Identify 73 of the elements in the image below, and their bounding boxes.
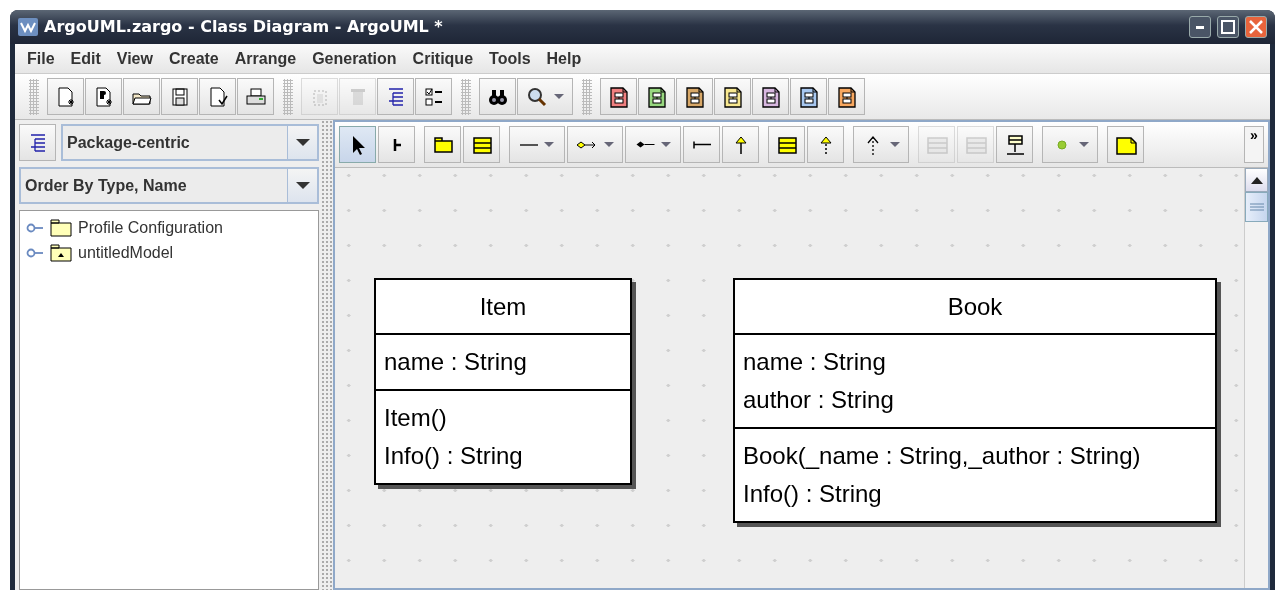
class-name: Book: [735, 280, 1215, 335]
toolbar-button[interactable]: [752, 78, 789, 115]
toolbar-button[interactable]: [714, 78, 751, 115]
palette-tool[interactable]: [1107, 126, 1144, 163]
toolbar-button[interactable]: [676, 78, 713, 115]
tree-view-button[interactable]: [19, 124, 56, 161]
menu-item[interactable]: File: [19, 46, 63, 71]
dropdown[interactable]: Package-centric: [61, 124, 319, 161]
caret-icon: [295, 139, 310, 146]
class-operation: Item(): [384, 403, 448, 433]
class-operation: Book(_name : String,_author : String): [743, 441, 1142, 471]
model-icon: [50, 243, 72, 262]
toolbar-button[interactable]: [85, 78, 122, 115]
palette-tool[interactable]: [722, 126, 759, 163]
toolbar-button[interactable]: [790, 78, 827, 115]
close-button[interactable]: [1245, 16, 1267, 38]
toolbar-button[interactable]: [600, 78, 637, 115]
minimize-button[interactable]: [1189, 16, 1211, 38]
dropdown[interactable]: Order By Type, Name: [19, 167, 319, 204]
scrollbar-thumb[interactable]: [1245, 192, 1268, 222]
class-attribute: author : String: [743, 385, 895, 415]
toolbar-handle[interactable]: [582, 78, 592, 115]
palette-tool[interactable]: [768, 126, 805, 163]
palette-tool[interactable]: [378, 126, 415, 163]
composition-icon: [635, 141, 655, 148]
palette-tool[interactable]: [424, 126, 461, 163]
dependency-icon: [692, 140, 711, 149]
menu-item[interactable]: Create: [160, 46, 227, 71]
checklist-icon: [422, 85, 445, 108]
more-tools-button[interactable]: »: [1244, 126, 1264, 163]
menu-item[interactable]: Arrange: [226, 46, 305, 71]
maximize-button[interactable]: [1217, 16, 1239, 38]
menu-item[interactable]: Tools: [481, 46, 539, 71]
folder-icon: [50, 218, 72, 237]
toolbar-button[interactable]: [377, 78, 414, 115]
toolbar-handle[interactable]: [283, 78, 293, 115]
toolbar-button[interactable]: [479, 78, 516, 115]
toolbar-button[interactable]: [161, 78, 198, 115]
palette-tool[interactable]: [463, 126, 500, 163]
tree-item[interactable]: Profile Configuration: [78, 215, 223, 240]
caret-icon: [295, 182, 310, 189]
menu-item[interactable]: Help: [538, 46, 590, 71]
toolbar-handle[interactable]: [461, 78, 471, 115]
class-attribute: name : String: [743, 347, 887, 377]
splitter-handle[interactable]: [321, 120, 333, 590]
maximize-icon: [1219, 18, 1237, 36]
tree-item[interactable]: untitledModel: [78, 240, 174, 265]
toolbar-button[interactable]: [828, 78, 865, 115]
toolbar-button[interactable]: [415, 78, 452, 115]
class-attribute: name : String: [384, 347, 528, 377]
toolbar-handle[interactable]: [29, 78, 39, 115]
menu-item[interactable]: Generation: [304, 46, 405, 71]
up-arrow-icon: [1250, 176, 1263, 184]
menu-item[interactable]: View: [108, 46, 161, 71]
menu-item[interactable]: Edit: [62, 46, 109, 71]
app-logo-icon: [18, 18, 38, 36]
line-icon: [520, 142, 538, 147]
palette-tool[interactable]: [996, 126, 1033, 163]
grip-icon: [1249, 203, 1264, 211]
class-operation: Info() : String: [743, 479, 883, 509]
class-operation: Info() : String: [384, 441, 524, 471]
menu-item[interactable]: Critique: [404, 46, 482, 71]
toolbar-button[interactable]: [638, 78, 675, 115]
magnifier-icon: [526, 85, 548, 108]
palette-tool[interactable]: [339, 126, 376, 163]
toolbar-button[interactable]: [123, 78, 160, 115]
printer-icon: [244, 85, 267, 108]
close-icon: [1247, 18, 1265, 36]
toolbar-button[interactable]: [517, 78, 573, 115]
class-name: Item: [376, 280, 630, 335]
minimize-icon: [1196, 25, 1204, 29]
scroll-up-button[interactable]: [1245, 168, 1268, 192]
window-title: ArgoUML.zargo - Class Diagram - ArgoUML *: [44, 16, 443, 38]
